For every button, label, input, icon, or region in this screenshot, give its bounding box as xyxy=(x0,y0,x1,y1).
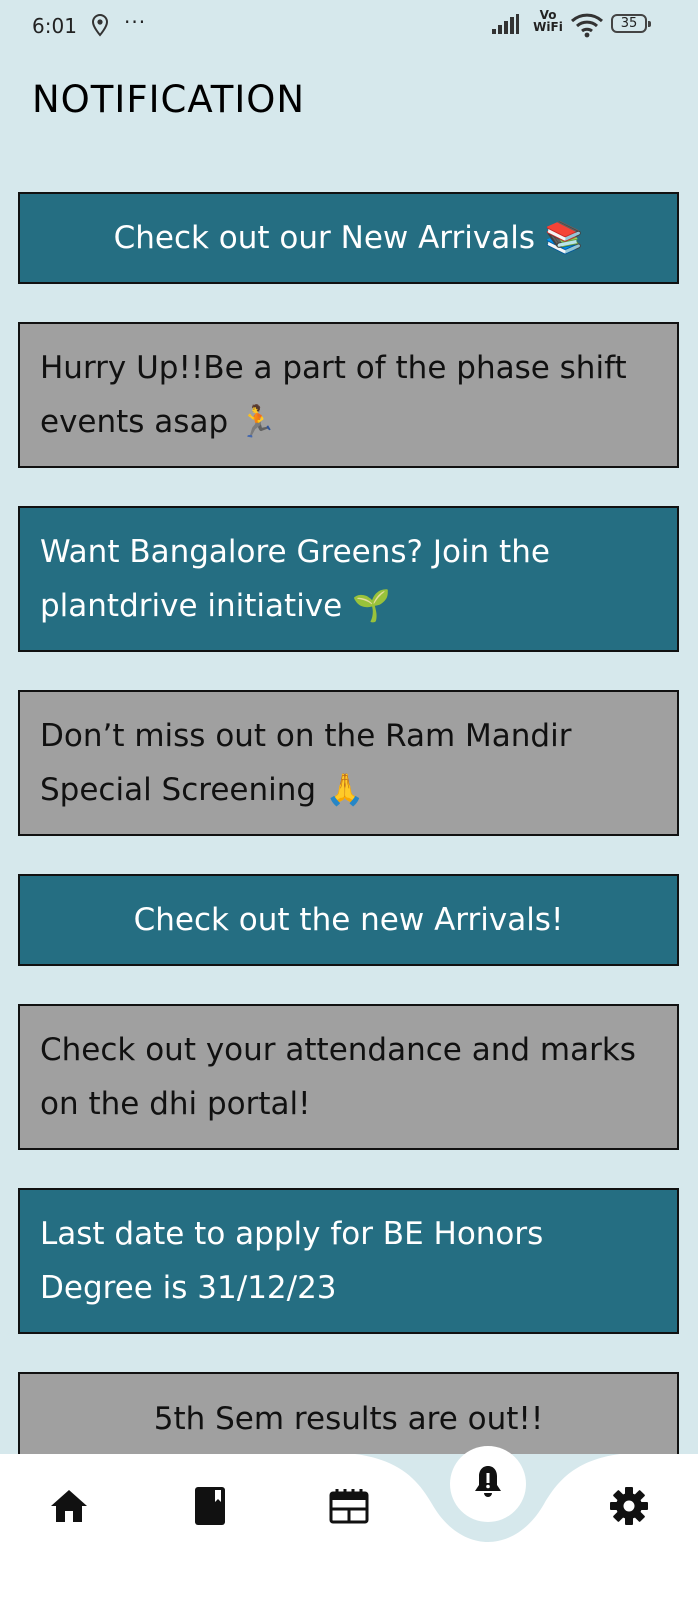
nav-settings[interactable] xyxy=(605,1484,653,1532)
notification-text: Don’t miss out on the Ram Mandir Special… xyxy=(40,718,572,808)
nav-home[interactable] xyxy=(45,1484,93,1532)
location-icon xyxy=(90,13,110,41)
notification-text: Check out your attendance and marks on t… xyxy=(40,1032,636,1122)
nav-notifications[interactable] xyxy=(450,1446,526,1522)
nav-library[interactable] xyxy=(186,1484,234,1532)
notification-text: 5th Sem results are out!! xyxy=(153,1401,544,1437)
notification-text: Want Bangalore Greens? Join the plantdri… xyxy=(40,534,550,624)
home-icon xyxy=(49,1488,89,1528)
vowifi-indicator: Vo WiFi xyxy=(533,8,563,34)
notification-text: Check out our New Arrivals 📚 xyxy=(113,220,584,256)
bottom-navigation xyxy=(0,1446,698,1600)
more-notifications-icon: ··· xyxy=(124,10,147,34)
wifi-icon xyxy=(570,12,604,42)
notification-text: Hurry Up!!Be a part of the phase shift e… xyxy=(40,350,627,440)
page-title: NOTIFICATION xyxy=(32,78,306,121)
nav-calendar[interactable] xyxy=(325,1484,373,1532)
notification-text: Check out the new Arrivals! xyxy=(133,902,564,938)
notification-card[interactable]: Check out our New Arrivals 📚 xyxy=(18,192,679,284)
battery-indicator: 35 xyxy=(611,14,651,33)
notification-card[interactable]: Check out the new Arrivals! xyxy=(18,874,679,966)
notification-card[interactable]: Check out your attendance and marks on t… xyxy=(18,1004,679,1150)
bell-icon xyxy=(472,1464,504,1504)
status-time: 6:01 xyxy=(32,14,77,38)
notification-card[interactable]: Hurry Up!!Be a part of the phase shift e… xyxy=(18,322,679,468)
notification-card[interactable]: Don’t miss out on the Ram Mandir Special… xyxy=(18,690,679,836)
signal-icon xyxy=(492,14,522,38)
book-icon xyxy=(194,1486,226,1530)
status-bar: 6:01 ··· Vo WiFi 35 xyxy=(0,0,698,52)
notification-list: Check out our New Arrivals 📚 Hurry Up!!B… xyxy=(18,192,698,1530)
notification-card[interactable]: Want Bangalore Greens? Join the plantdri… xyxy=(18,506,679,652)
calendar-icon xyxy=(329,1488,369,1528)
notification-card[interactable]: Last date to apply for BE Honors Degree … xyxy=(18,1188,679,1334)
notification-text: Last date to apply for BE Honors Degree … xyxy=(40,1216,544,1306)
gear-icon xyxy=(609,1486,649,1530)
